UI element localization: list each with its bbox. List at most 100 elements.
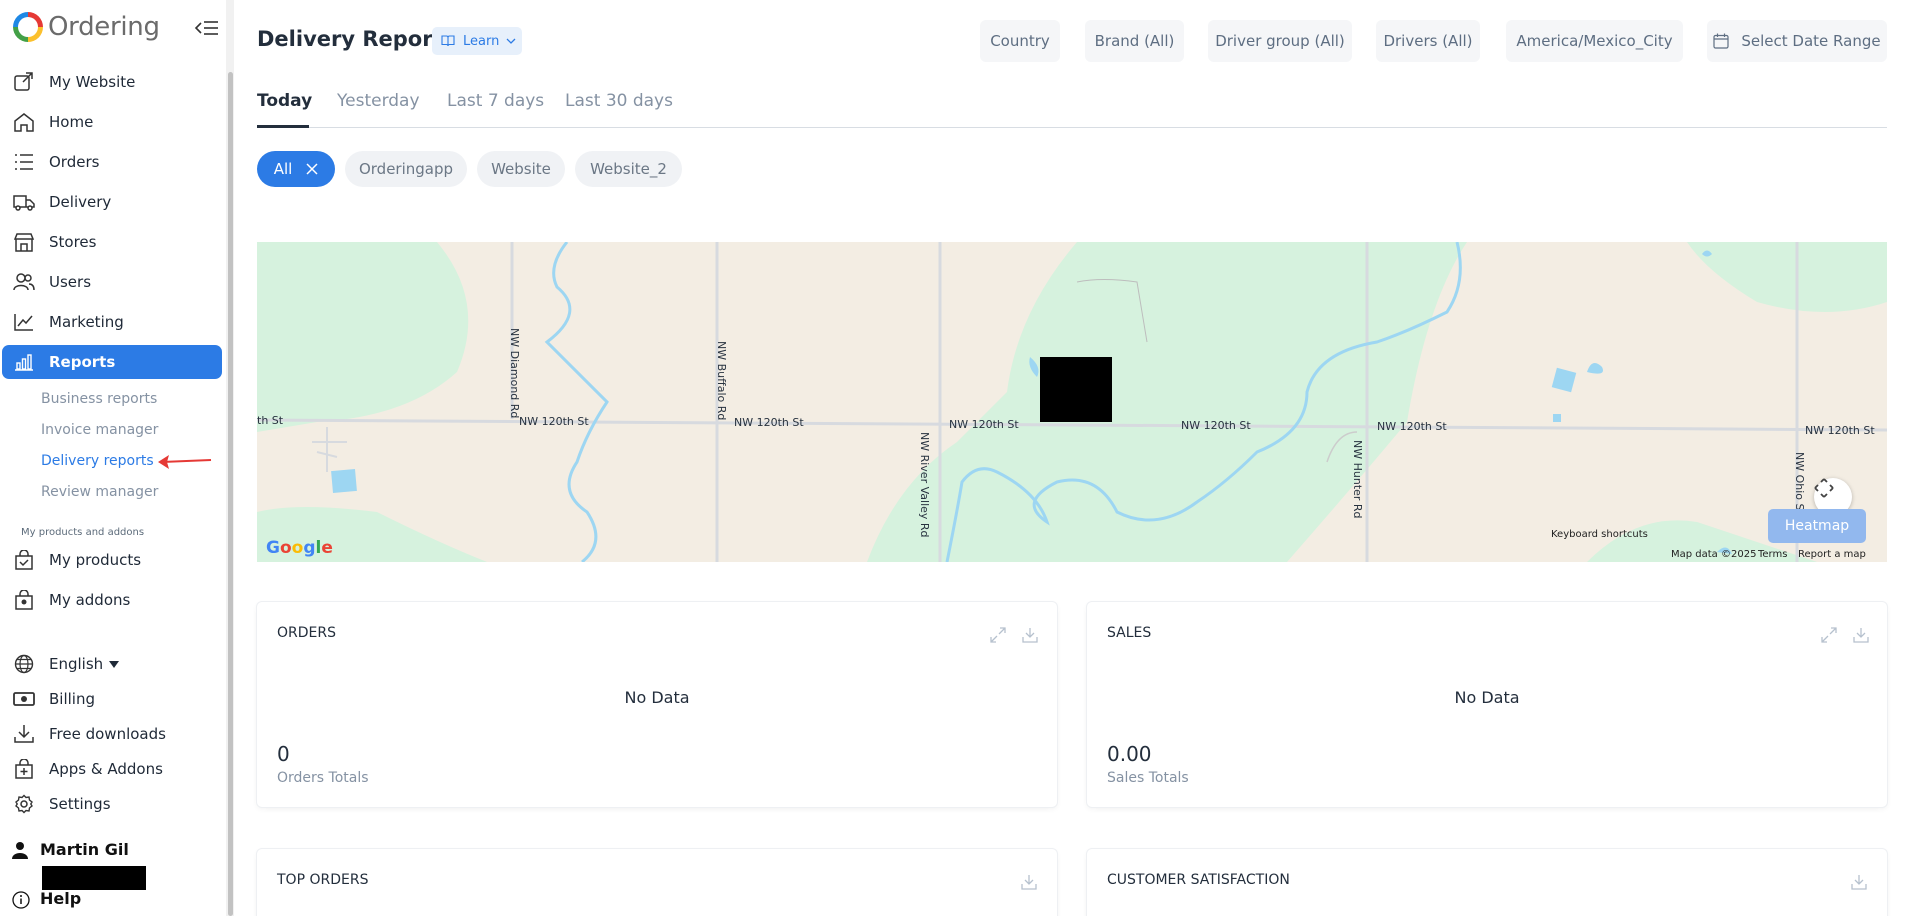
filter-driver-group[interactable]: Driver group (All) [1208,20,1352,62]
learn-button[interactable]: Learn [432,27,522,55]
chip-website[interactable]: Website [477,151,565,187]
sub-item-invoice-manager[interactable]: Invoice manager [41,422,158,438]
redacted-email [42,866,146,890]
chip-all[interactable]: All [257,151,335,187]
bag-icon [15,590,33,610]
nav-item-users[interactable]: Users [2,265,222,299]
chip-label: Website_2 [590,160,667,178]
top-orders-card: TOP ORDERS [257,849,1057,916]
filter-label: Drivers (All) [1383,32,1473,50]
download-icon[interactable] [1021,626,1039,644]
google-letter: o [279,538,292,558]
filter-country[interactable]: Country [980,20,1060,62]
nav-item-free-downloads[interactable]: Free downloads [2,717,222,751]
sub-item-delivery-reports[interactable]: Delivery reports [41,453,154,469]
nav-item-marketing[interactable]: Marketing [2,305,222,339]
bar-chart-icon [15,354,33,371]
nav-item-billing[interactable]: Billing [2,682,222,716]
nav-label: Home [49,113,94,131]
nav-item-delivery[interactable]: Delivery [2,185,222,219]
tab-last-30-days[interactable]: Last 30 days [565,91,673,111]
download-icon[interactable] [1020,873,1038,891]
report-map-error-link[interactable]: Report a map error [1798,549,1887,562]
sidebar-scrollbar[interactable] [228,72,233,916]
keyboard-shortcuts-link[interactable]: Keyboard shortcuts [1551,529,1648,540]
red-arrow-annotation-icon [158,455,212,469]
learn-label: Learn [463,33,500,49]
book-icon [441,35,455,47]
sub-item-business-reports[interactable]: Business reports [41,391,157,407]
chip-label: Website [491,160,551,178]
external-link-icon [14,72,33,91]
no-data-text: No Data [1454,688,1520,707]
map-terms-link[interactable]: Terms [1758,549,1787,560]
delivery-map[interactable]: th St NW 120th St NW 120th St NW 120th S… [257,242,1887,562]
date-range-label: Select Date Range [1741,32,1881,50]
tab-yesterday[interactable]: Yesterday [337,91,420,111]
filter-label: Driver group (All) [1215,32,1345,50]
map-street-label: NW 120th St [1805,424,1875,437]
nav-item-stores[interactable]: Stores [2,225,222,259]
close-icon[interactable] [306,163,318,175]
brand-logo[interactable]: Ordering [13,11,160,43]
nav-label: Stores [49,233,97,251]
orders-card: ORDERS No Data 0 Orders Totals [257,602,1057,807]
nav-item-orders[interactable]: Orders [2,145,222,179]
sub-item-review-manager[interactable]: Review manager [41,484,158,500]
truck-icon [13,195,35,211]
expand-icon[interactable] [1820,626,1838,644]
google-letter: e [321,538,333,558]
nav-item-my-products[interactable]: My products [2,543,222,577]
language-selector[interactable]: English [2,647,222,681]
nav-item-apps-addons[interactable]: Apps & Addons [2,752,222,786]
heatmap-toggle-button[interactable]: Heatmap [1768,509,1866,543]
brand-name: Ordering [48,12,160,42]
download-icon[interactable] [1850,873,1868,891]
chip-orderingapp[interactable]: Orderingapp [345,151,467,187]
map-street-label: NW 120th St [949,418,1019,431]
expand-icon[interactable] [989,626,1007,644]
customer-satisfaction-card: CUSTOMER SATISFACTION [1087,849,1887,916]
map-street-label: NW Hunter Rd [1351,440,1364,519]
tabs-divider [257,127,1887,128]
filter-brand[interactable]: Brand (All) [1085,20,1184,62]
filter-drivers[interactable]: Drivers (All) [1376,20,1480,62]
nav-item-my-addons[interactable]: My addons [2,583,222,617]
nav-item-home[interactable]: Home [2,105,222,139]
nav-label: My Website [49,73,136,91]
collapse-sidebar-icon[interactable] [192,16,220,40]
no-data-text: No Data [624,688,690,707]
active-tab-indicator [257,125,309,128]
nav-item-settings[interactable]: Settings [2,787,222,821]
nav-item-reports[interactable]: Reports [2,345,222,379]
date-range-picker[interactable]: Select Date Range [1707,20,1887,62]
download-icon [14,725,34,743]
card-title: ORDERS [277,625,336,641]
filter-label: Brand (All) [1094,32,1175,50]
globe-icon [14,654,34,674]
map-street-label: NW 120th St [519,415,589,428]
tab-last-7-days[interactable]: Last 7 days [447,91,544,111]
map-street-label: NW 120th St [1377,420,1447,433]
map-data-credit: Map data ©2025 [1671,549,1757,560]
filter-timezone[interactable]: America/Mexico_City [1506,20,1683,62]
sales-total-value: 0.00 [1107,742,1152,766]
nav-label: My addons [49,591,131,609]
nav-label: Settings [49,795,111,813]
nav-label: My products [49,551,142,569]
google-letter: g [303,538,316,558]
download-icon[interactable] [1852,626,1870,644]
section-label-products: My products and addons [21,527,145,538]
chip-website-2[interactable]: Website_2 [575,151,682,187]
help-link[interactable]: Help [40,889,81,908]
card-title: SALES [1107,625,1152,641]
gear-icon [15,794,33,814]
language-label-wrap: English [49,655,120,673]
nav-label: Orders [49,153,100,171]
tab-today[interactable]: Today [257,91,312,111]
user-name[interactable]: Martin Gil [40,840,129,859]
nav-item-my-website[interactable]: My Website [2,65,222,99]
filter-label: Country [990,32,1050,50]
cash-icon [13,692,35,706]
store-icon [13,233,35,252]
